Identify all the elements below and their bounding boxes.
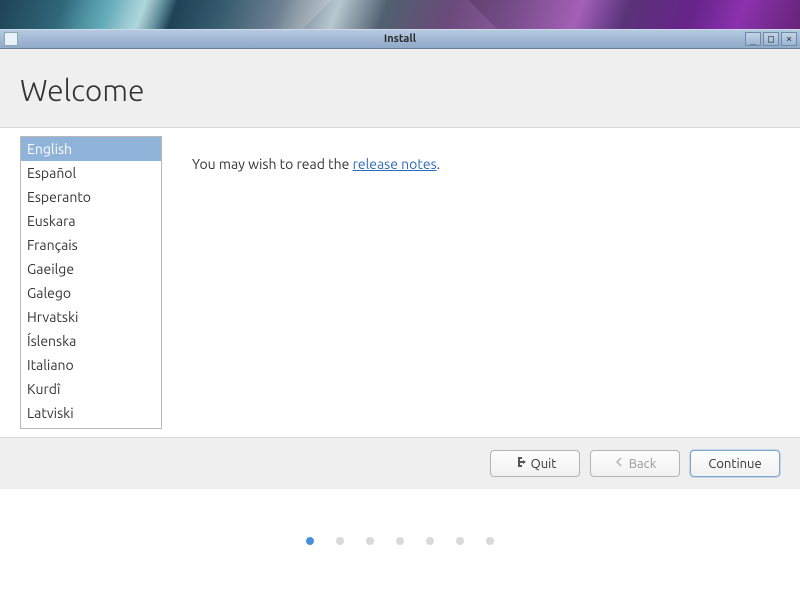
back-button: Back: [590, 450, 680, 477]
quit-button-label: Quit: [531, 457, 557, 471]
page-dot[interactable]: [366, 537, 374, 545]
page-dot[interactable]: [336, 537, 344, 545]
minimize-icon: _: [750, 34, 756, 45]
language-option[interactable]: English: [21, 137, 161, 161]
release-notes-link[interactable]: release notes: [353, 156, 437, 172]
quit-button[interactable]: Quit: [490, 450, 580, 477]
language-option[interactable]: Galego: [21, 281, 161, 305]
language-option[interactable]: Español: [21, 161, 161, 185]
window-titlebar: Install _ □ ×: [0, 29, 800, 49]
page-dot[interactable]: [306, 537, 314, 545]
content-row: EnglishEspañolEsperantoEuskaraFrançaisGa…: [0, 127, 800, 438]
page-dot[interactable]: [426, 537, 434, 545]
language-list[interactable]: EnglishEspañolEsperantoEuskaraFrançaisGa…: [20, 136, 162, 429]
window-controls: _ □ ×: [745, 32, 800, 46]
installer-window: Welcome EnglishEspañolEsperantoEuskaraFr…: [0, 49, 800, 489]
page-indicator: [0, 489, 800, 593]
quit-icon: [514, 456, 526, 471]
desktop-background-strip: [0, 0, 800, 29]
language-option[interactable]: Íslenska: [21, 329, 161, 353]
button-row: Quit Back Continue: [0, 438, 800, 489]
heading-area: Welcome: [0, 49, 800, 127]
language-option[interactable]: Latviski: [21, 401, 161, 425]
language-option[interactable]: Esperanto: [21, 185, 161, 209]
continue-button[interactable]: Continue: [690, 450, 780, 477]
page-title: Welcome: [20, 73, 780, 107]
language-option[interactable]: Kurdî: [21, 377, 161, 401]
maximize-button[interactable]: □: [763, 32, 779, 46]
close-button[interactable]: ×: [781, 32, 797, 46]
continue-button-label: Continue: [708, 457, 761, 471]
app-icon: [4, 32, 18, 46]
maximize-icon: □: [768, 34, 774, 45]
language-option[interactable]: Gaeilge: [21, 257, 161, 281]
language-option[interactable]: Français: [21, 233, 161, 257]
close-icon: ×: [786, 34, 792, 45]
language-option[interactable]: Hrvatski: [21, 305, 161, 329]
back-button-label: Back: [629, 457, 657, 471]
language-option[interactable]: Euskara: [21, 209, 161, 233]
page-dot[interactable]: [456, 537, 464, 545]
minimize-button[interactable]: _: [745, 32, 761, 46]
window-title: Install: [0, 33, 800, 45]
welcome-text-prefix: You may wish to read the: [192, 156, 353, 172]
welcome-text-suffix: .: [437, 156, 440, 172]
page-dot[interactable]: [486, 537, 494, 545]
page-dot[interactable]: [396, 537, 404, 545]
language-option[interactable]: Italiano: [21, 353, 161, 377]
chevron-left-icon: [614, 457, 624, 470]
welcome-text: You may wish to read the release notes.: [192, 136, 440, 429]
